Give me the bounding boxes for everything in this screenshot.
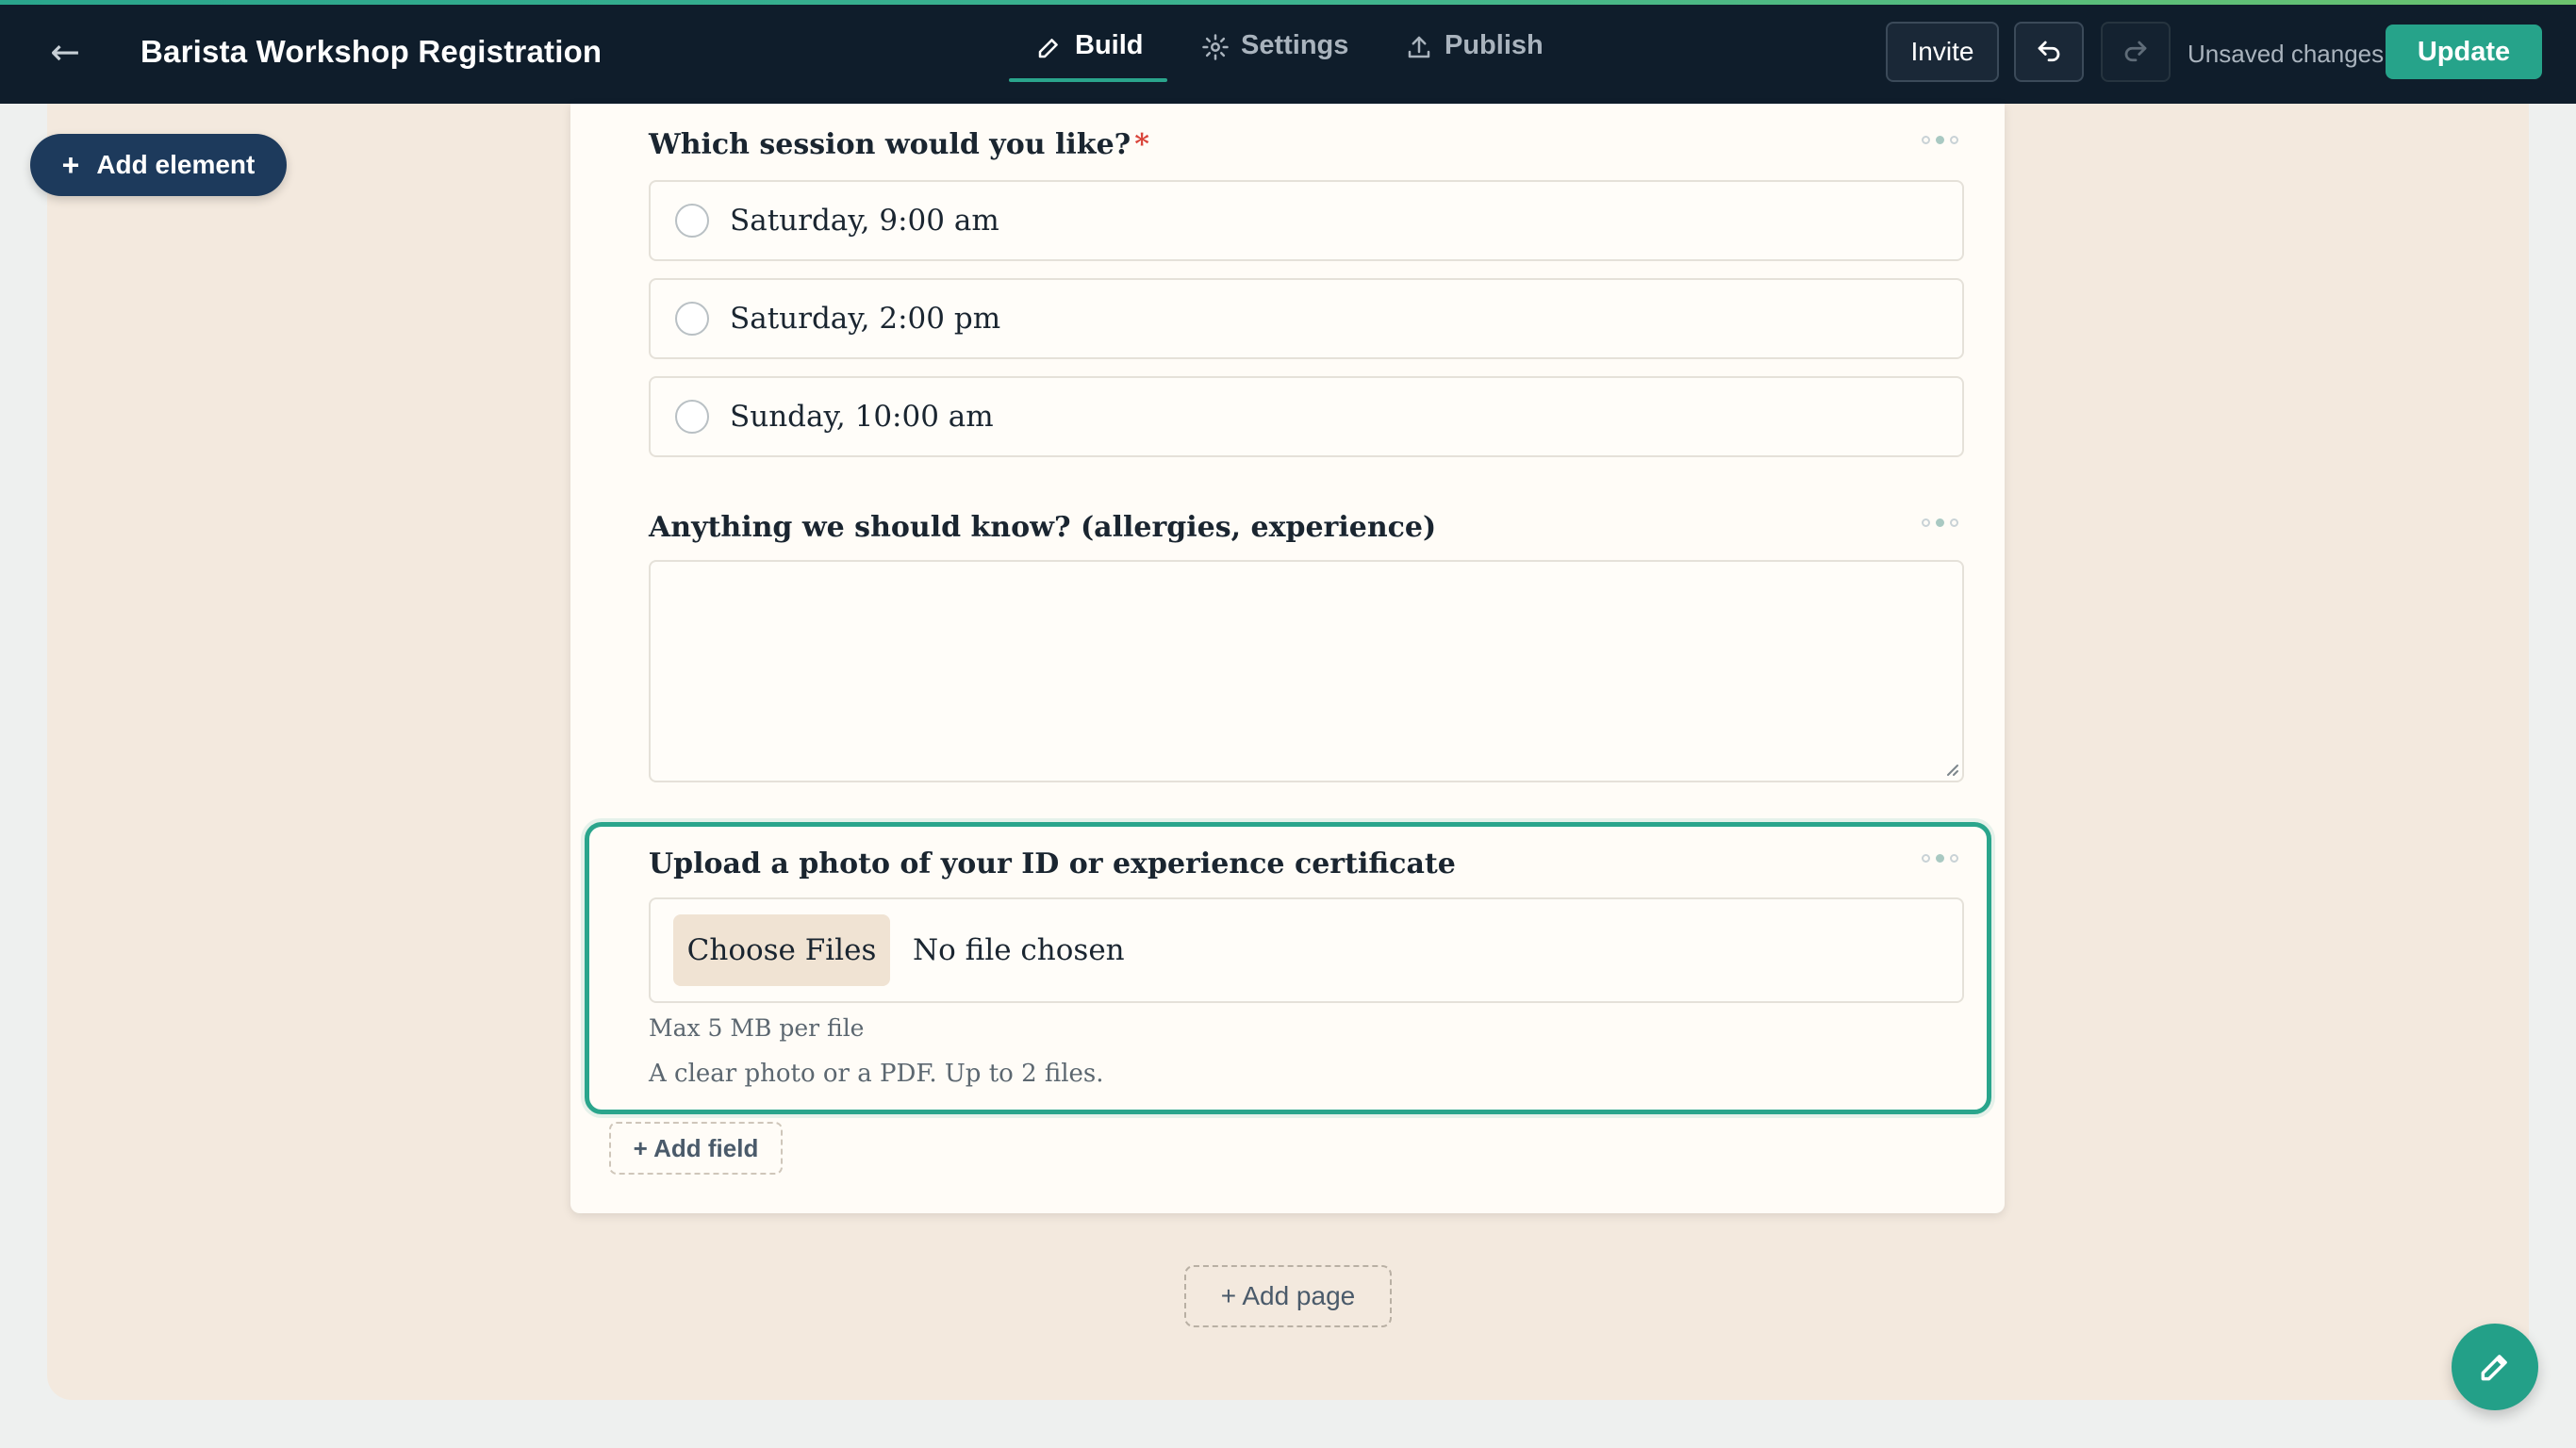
radio-option-label: Saturday, 9:00 am: [730, 204, 999, 238]
gear-icon: [1202, 34, 1229, 60]
redo-icon: [2124, 41, 2147, 62]
active-tab-indicator: [1009, 78, 1167, 82]
radio-option-label: Sunday, 10:00 am: [730, 400, 994, 434]
field-label-upload: Upload a photo of your ID or experience …: [649, 847, 1456, 880]
radio-button[interactable]: [675, 204, 709, 238]
field-options-menu-icon[interactable]: [1922, 518, 1958, 527]
file-help-text: A clear photo or a PDF. Up to 2 files.: [649, 1060, 1104, 1088]
back-arrow-icon[interactable]: ←: [47, 34, 83, 70]
tab-settings-label: Settings: [1241, 30, 1349, 60]
field-options-menu-icon[interactable]: [1922, 136, 1958, 144]
radio-option[interactable]: Saturday, 9:00 am: [649, 180, 1964, 261]
top-accent-line: [0, 0, 2576, 5]
redo-button[interactable]: [2101, 22, 2171, 82]
pencil-icon: [2481, 1355, 2507, 1381]
field-label-session: Which session would you like? *: [649, 128, 1149, 161]
tab-settings[interactable]: Settings: [1201, 30, 1348, 83]
form-title: Barista Workshop Registration: [140, 34, 603, 69]
unsaved-status: Unsaved changes: [2188, 40, 2385, 68]
field-label-notes: Anything we should know? (allergies, exp…: [649, 511, 1437, 544]
tab-build-label: Build: [1075, 30, 1144, 60]
tab-build[interactable]: Build: [1035, 30, 1144, 83]
invite-button[interactable]: Invite: [1886, 22, 1999, 82]
pencil-icon: [1038, 39, 1058, 58]
resize-grip-icon[interactable]: [1942, 760, 1959, 777]
radio-option-label: Saturday, 2:00 pm: [730, 302, 1001, 336]
plus-icon: +: [61, 147, 80, 182]
notes-textarea[interactable]: [649, 560, 1964, 782]
choose-files-button[interactable]: Choose Files: [673, 914, 890, 986]
add-element-label: Add element: [96, 150, 256, 179]
radio-option[interactable]: Sunday, 10:00 am: [649, 376, 1964, 457]
add-field-button[interactable]: + Add field: [609, 1122, 783, 1175]
field-options-menu-icon[interactable]: [1922, 854, 1958, 863]
undo-icon: [2038, 41, 2060, 62]
no-file-chosen-text: No file chosen: [913, 933, 1125, 967]
update-button[interactable]: Update: [2386, 25, 2542, 79]
radio-button[interactable]: [675, 302, 709, 336]
radio-option[interactable]: Saturday, 2:00 pm: [649, 278, 1964, 359]
required-marker: *: [1134, 128, 1149, 161]
add-element-button[interactable]: + Add element: [30, 134, 287, 196]
upload-icon: [1408, 36, 1430, 58]
edit-fab-button[interactable]: [2452, 1324, 2538, 1410]
tab-publish[interactable]: Publish: [1405, 30, 1544, 83]
undo-button[interactable]: [2014, 22, 2084, 82]
tab-publish-label: Publish: [1445, 30, 1544, 60]
file-size-hint: Max 5 MB per file: [649, 1014, 865, 1042]
add-page-button[interactable]: + Add page: [1184, 1265, 1392, 1327]
radio-button[interactable]: [675, 400, 709, 434]
